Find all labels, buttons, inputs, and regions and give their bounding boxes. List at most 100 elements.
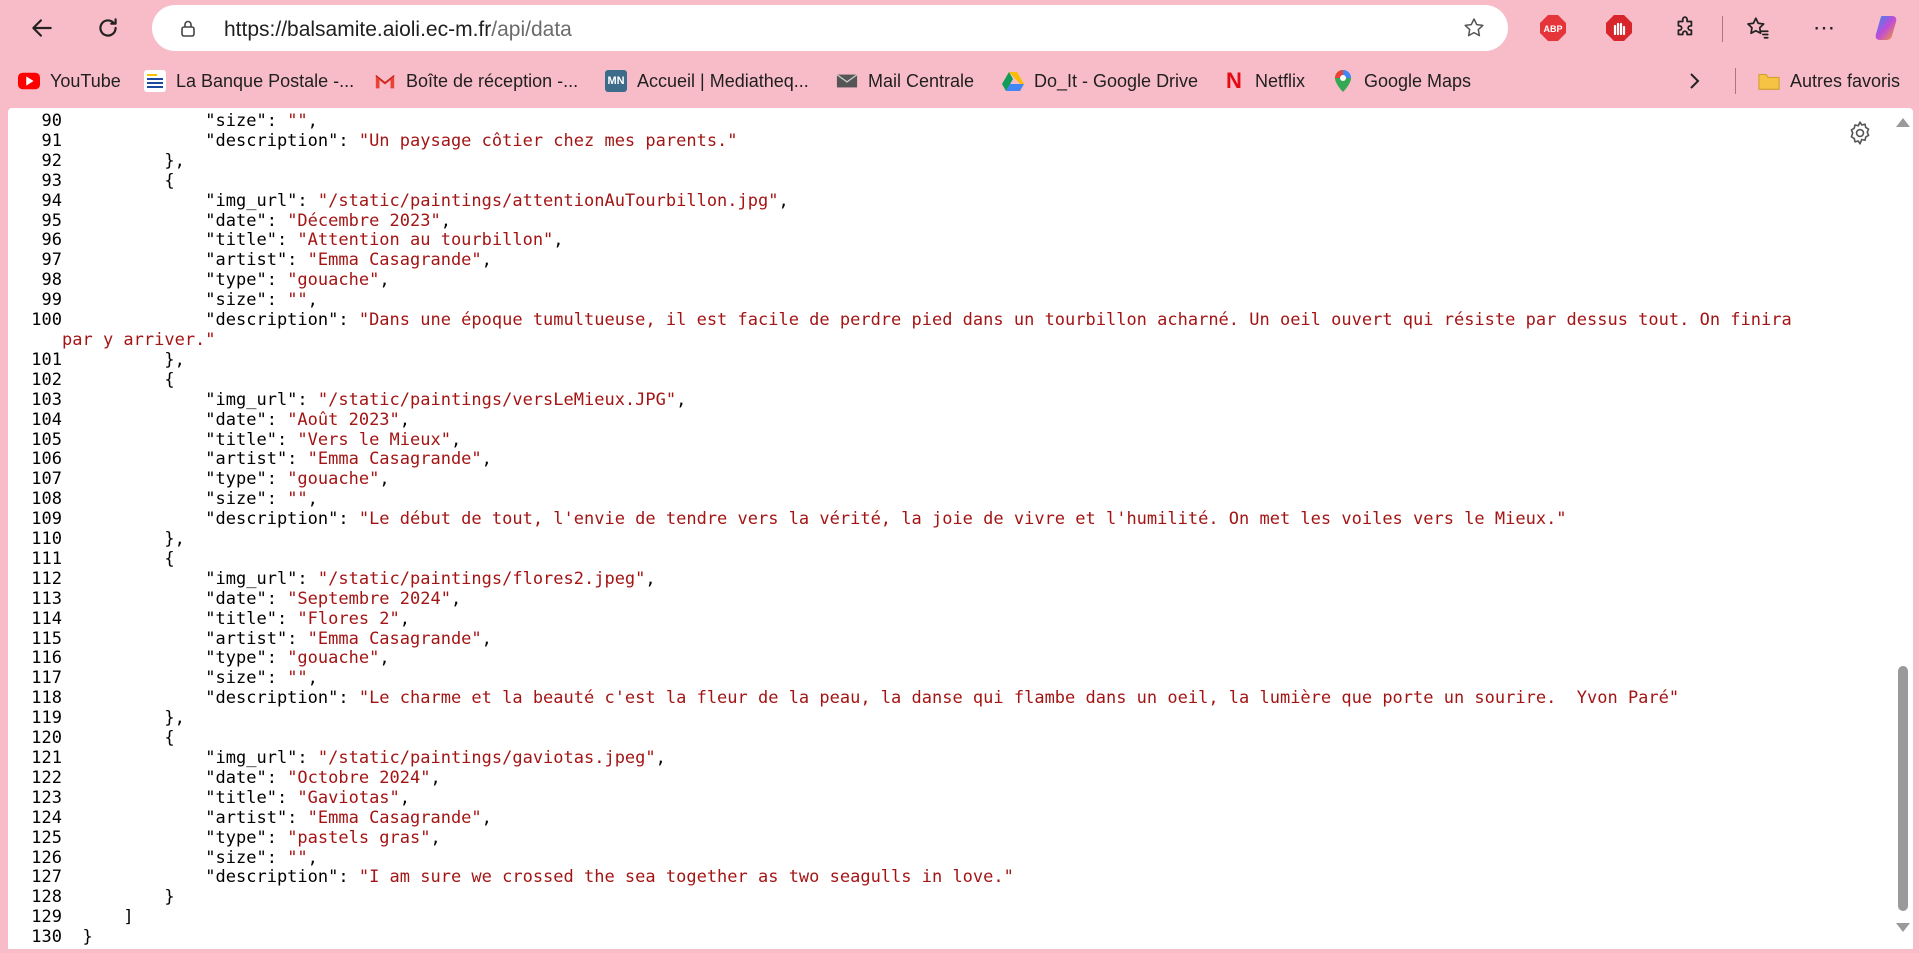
reload-button[interactable] bbox=[90, 10, 126, 46]
code-line: 126 "size": "", bbox=[8, 848, 1792, 869]
code-line: 101 }, bbox=[8, 350, 1792, 371]
json-string: "Un paysage côtier chez mes parents." bbox=[358, 130, 738, 151]
code-line: 109 "description": "Le début de tout, l'… bbox=[8, 509, 1792, 530]
json-text: "type": bbox=[82, 469, 288, 490]
folder-icon bbox=[1758, 70, 1780, 92]
line-number: 113 bbox=[31, 588, 62, 609]
line-number: 117 bbox=[31, 668, 62, 689]
lock-icon[interactable] bbox=[178, 18, 198, 38]
json-text: "img_url": bbox=[82, 748, 318, 768]
reload-icon bbox=[99, 18, 117, 37]
json-string: "" bbox=[287, 668, 308, 689]
bookmark-banque-postale[interactable]: La Banque Postale -... bbox=[144, 68, 354, 94]
bookmark-google-maps[interactable]: Google Maps bbox=[1332, 68, 1471, 94]
bookmark-mediatheque[interactable]: MN Accueil | Mediatheq... bbox=[605, 68, 809, 94]
google-maps-icon bbox=[1332, 70, 1354, 92]
add-favorite-star-icon[interactable] bbox=[1462, 16, 1486, 40]
extensions-button[interactable] bbox=[1670, 12, 1702, 44]
more-button[interactable]: ⋯ bbox=[1808, 12, 1840, 44]
stop-extension[interactable] bbox=[1603, 12, 1635, 44]
json-string: "Dans une époque tumultueuse, il est fac… bbox=[358, 310, 1792, 331]
bookmark-netflix[interactable]: N Netflix bbox=[1223, 68, 1305, 94]
json-code-block: 90 "size": "", 91 "description": "Un pays… bbox=[8, 111, 1792, 948]
line-number: 116 bbox=[31, 648, 62, 669]
json-text: "img_url": bbox=[82, 389, 318, 410]
json-text: } bbox=[82, 927, 93, 948]
code-line: 129 ] bbox=[8, 907, 1792, 928]
code-line: 96 "title": "Attention au tourbillon", bbox=[8, 230, 1792, 251]
json-text: , bbox=[307, 111, 318, 131]
scroll-down-arrow-icon[interactable] bbox=[1896, 923, 1910, 932]
bookmark-gmail[interactable]: Boîte de réception -... bbox=[374, 68, 578, 94]
copilot-button[interactable] bbox=[1872, 12, 1904, 44]
line-number: 94 bbox=[41, 190, 62, 211]
url-text[interactable]: https://balsamite.aioli.ec-m.fr/api/data bbox=[224, 18, 572, 42]
json-text: , bbox=[379, 270, 390, 291]
line-number: 127 bbox=[31, 867, 62, 888]
code-line: 113 "date": "Septembre 2024", bbox=[8, 588, 1792, 610]
favorites-button[interactable] bbox=[1742, 12, 1774, 44]
scrollbar-thumb[interactable] bbox=[1898, 666, 1908, 911]
json-text: "img_url": bbox=[82, 190, 318, 211]
scroll-up-arrow-icon[interactable] bbox=[1896, 118, 1910, 127]
line-number: 102 bbox=[31, 369, 62, 390]
banque-postale-icon bbox=[144, 70, 166, 92]
json-text: "type": bbox=[82, 648, 288, 669]
json-string: "/static/paintings/attentionAuTourbillon… bbox=[317, 190, 779, 211]
json-string: par y arriver." bbox=[62, 329, 216, 350]
code-line: 127 "description": "I am sure we crossed… bbox=[8, 867, 1792, 888]
json-string: "Emma Casagrande" bbox=[307, 250, 482, 271]
json-text: , bbox=[430, 767, 441, 788]
json-string: "gouache" bbox=[287, 648, 380, 669]
code-line: 90 "size": "", bbox=[8, 111, 1792, 132]
json-string: "" bbox=[287, 290, 308, 311]
json-text: { bbox=[82, 728, 175, 749]
json-text: "artist": bbox=[82, 250, 308, 271]
bookmark-label: Mail Centrale bbox=[868, 70, 975, 91]
json-string: "I am sure we crossed the sea together a… bbox=[358, 867, 1014, 888]
json-text: , bbox=[399, 409, 411, 430]
code-line: 121 "img_url": "/static/paintings/gaviot… bbox=[8, 748, 1792, 769]
line-number: 114 bbox=[31, 608, 62, 629]
json-text: "type": bbox=[82, 270, 288, 291]
json-text: "size": bbox=[82, 111, 288, 131]
json-text: "description": bbox=[82, 688, 359, 709]
more-bookmarks-button[interactable] bbox=[1688, 68, 1702, 94]
other-bookmarks-folder[interactable]: Autres favoris bbox=[1758, 68, 1900, 94]
json-text: "artist": bbox=[82, 807, 308, 828]
bookmark-youtube[interactable]: YouTube bbox=[18, 68, 121, 94]
settings-gear-icon[interactable] bbox=[1847, 120, 1873, 146]
json-text: , bbox=[307, 489, 318, 510]
line-number: 122 bbox=[31, 767, 62, 788]
bookmark-google-drive[interactable]: Do_It - Google Drive bbox=[1002, 68, 1198, 94]
code-line: 98 "type": "gouache", bbox=[8, 270, 1792, 291]
line-number: 121 bbox=[31, 748, 62, 768]
code-line: 123 "title": "Gaviotas", bbox=[8, 787, 1792, 809]
json-text: , bbox=[481, 449, 492, 470]
address-bar[interactable]: https://balsamite.aioli.ec-m.fr/api/data bbox=[152, 5, 1508, 51]
code-line: 91 "description": "Un paysage côtier che… bbox=[8, 130, 1792, 152]
bookmark-label: Do_It - Google Drive bbox=[1034, 70, 1199, 91]
json-text: , bbox=[399, 787, 411, 808]
bookmarks-bar: YouTube La Banque Postale -... Boîte de … bbox=[0, 62, 1919, 100]
code-line: 99 "size": "", bbox=[8, 290, 1792, 311]
bookmark-label: Accueil | Mediatheq... bbox=[637, 70, 809, 91]
code-line: 95 "date": "Décembre 2023", bbox=[8, 210, 1792, 232]
json-string: "pastels gras" bbox=[287, 827, 431, 848]
json-text: , bbox=[430, 827, 441, 848]
bookmark-mail-centrale[interactable]: Mail Centrale bbox=[836, 68, 974, 94]
line-number: 123 bbox=[31, 787, 62, 808]
json-string: "Octobre 2024" bbox=[287, 767, 431, 788]
adblock-extension[interactable]: ABP bbox=[1537, 12, 1569, 44]
code-line: 122 "date": "Octobre 2024", bbox=[8, 767, 1792, 789]
favorites-star-icon bbox=[1747, 17, 1769, 39]
back-button[interactable] bbox=[24, 10, 60, 46]
line-number: 112 bbox=[31, 568, 62, 589]
json-text: , bbox=[481, 628, 492, 649]
line-number: 95 bbox=[41, 210, 62, 231]
vertical-scrollbar[interactable] bbox=[1891, 108, 1913, 949]
line-number: 106 bbox=[31, 449, 62, 470]
json-text: "date": bbox=[82, 588, 288, 609]
more-icon: ⋯ bbox=[1813, 15, 1835, 40]
code-line: 100 "description": "Dans une époque tumu… bbox=[8, 310, 1792, 331]
